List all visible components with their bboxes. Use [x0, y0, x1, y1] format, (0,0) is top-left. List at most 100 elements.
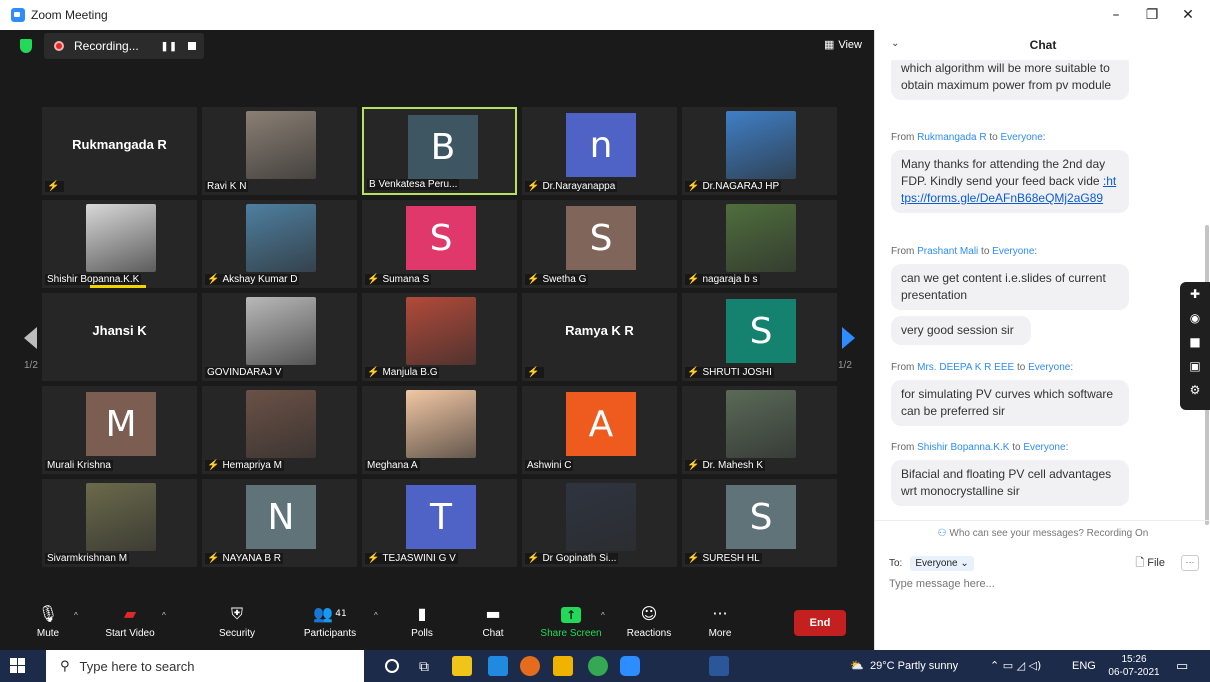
windows-start-icon[interactable] — [10, 658, 26, 674]
chrome-icon[interactable] — [588, 656, 608, 676]
participants-button[interactable]: 👥 41 Participants ^ — [290, 602, 378, 639]
firefox-icon[interactable] — [520, 656, 540, 676]
share-screen-button[interactable]: ↑ Share Screen ^ — [531, 602, 611, 639]
taskbar-search-box[interactable]: ⚲ Type here to search — [46, 650, 364, 682]
participant-name-label: ⚡ Swetha G — [525, 274, 589, 285]
zoom-taskbar-icon[interactable] — [620, 656, 640, 676]
participant-tile[interactable]: S ⚡ Swetha G — [522, 200, 677, 288]
clock[interactable]: 15:26 06-07-2021 — [1106, 653, 1162, 679]
participant-tile[interactable]: Jhansi K — [42, 293, 197, 381]
participant-tile[interactable]: Ravi K N — [202, 107, 357, 195]
security-shield-icon[interactable] — [20, 39, 32, 53]
share-screen-label: Share Screen — [540, 628, 602, 639]
image-icon[interactable]: ▣ — [1180, 354, 1210, 378]
tray-icons[interactable]: ⌃ ▭ ◿ ◁) — [990, 650, 1041, 682]
word-icon[interactable] — [709, 656, 729, 676]
restore-button[interactable]: ❐ — [1134, 0, 1170, 30]
participant-tile[interactable]: Rukmangada R ⚡ — [42, 107, 197, 195]
from-word: From — [891, 442, 915, 453]
notifications-icon[interactable]: ▭ — [1176, 650, 1188, 682]
muted-mic-icon: ⚡ — [687, 181, 700, 192]
participant-name: Ravi K N — [207, 181, 247, 192]
minimize-button[interactable]: – — [1098, 0, 1134, 30]
weather-icon[interactable]: ⛅ — [850, 650, 864, 682]
chevron-up-icon[interactable]: ^ — [162, 611, 166, 620]
chat-button[interactable]: ▬ Chat — [453, 602, 533, 639]
participant-tile[interactable]: S ⚡ SHRUTI JOSHI — [682, 293, 837, 381]
participant-tile[interactable]: M Murali Krishna — [42, 386, 197, 474]
chat-more-button[interactable]: ··· — [1181, 555, 1199, 571]
participant-tile[interactable]: ⚡ Manjula B.G — [362, 293, 517, 381]
participant-tile[interactable]: ⚡ Hemapriya M — [202, 386, 357, 474]
participant-tile[interactable]: S ⚡ SURESH HL — [682, 479, 837, 567]
participant-tile[interactable]: ⚡ Dr.NAGARAJ HP — [682, 107, 837, 195]
participant-tile[interactable]: ⚡ Dr Gopinath Si... — [522, 479, 677, 567]
stop-recording-icon[interactable] — [187, 42, 196, 50]
next-page-arrow-icon[interactable] — [842, 327, 855, 349]
sender-name[interactable]: Mrs. DEEPA K R EEE — [917, 362, 1014, 373]
grid-view-icon: ▦ — [823, 39, 835, 51]
weather-text[interactable]: 29°C Partly sunny — [870, 650, 958, 682]
visibility-note[interactable]: ⚇ Who can see your messages? Recording O… — [875, 520, 1210, 546]
participant-tile[interactable]: A Ashwini C — [522, 386, 677, 474]
start-video-label: Start Video — [105, 628, 155, 639]
participant-name: Murali Krishna — [47, 460, 111, 471]
language-indicator[interactable]: ENG — [1072, 650, 1096, 682]
participant-tile[interactable]: N ⚡ NAYANA B R — [202, 479, 357, 567]
plus-icon[interactable]: ✚ — [1180, 282, 1210, 306]
more-button[interactable]: ··· More — [680, 602, 760, 639]
participant-tile[interactable]: T ⚡ TEJASWINI G V — [362, 479, 517, 567]
participant-tile[interactable]: GOVINDARAJ V — [202, 293, 357, 381]
participant-tile[interactable]: Ramya K R ⚡ — [522, 293, 677, 381]
file-button[interactable]: 🗋 File — [1135, 554, 1165, 573]
message-input[interactable]: Type message here... — [889, 578, 995, 590]
video-icon[interactable]: ■ — [1180, 330, 1210, 354]
sender-name[interactable]: Shishir Bopanna.K.K — [917, 442, 1009, 453]
participant-tile[interactable]: Meghana A — [362, 386, 517, 474]
close-button[interactable]: ✕ — [1170, 0, 1206, 30]
participant-tile[interactable]: Sivarmkrishnan M — [42, 479, 197, 567]
pause-recording-icon[interactable]: ❚❚ — [161, 41, 178, 52]
recording-dot-icon — [54, 41, 64, 51]
chevron-up-icon[interactable]: ^ — [74, 611, 78, 620]
chevron-up-icon[interactable]: ^ — [374, 611, 378, 620]
polls-button[interactable]: ▮ Polls — [382, 602, 462, 639]
participant-tile[interactable]: ⚡ Dr. Mahesh K — [682, 386, 837, 474]
camera-icon[interactable]: ◉ — [1180, 306, 1210, 330]
message-text: Many thanks for attending the 2nd day FD… — [901, 157, 1106, 188]
cortana-icon[interactable] — [385, 659, 399, 673]
participant-tile[interactable]: ⚡ nagaraja b s — [682, 200, 837, 288]
gear-icon[interactable]: ⚙ — [1180, 378, 1210, 402]
page-indicator-left: 1/2 — [24, 360, 38, 371]
participant-name: Sumana S — [382, 274, 430, 285]
participant-name-label: ⚡ Hemapriya M — [205, 460, 284, 471]
store-icon[interactable] — [452, 656, 472, 676]
chevron-up-icon[interactable]: ^ — [601, 611, 605, 620]
participant-name-label: ⚡ NAYANA B R — [205, 553, 283, 564]
mail-icon[interactable] — [488, 656, 508, 676]
participant-name-label: ⚡ Dr. Mahesh K — [685, 460, 766, 471]
previous-page-arrow-icon[interactable] — [24, 327, 37, 349]
start-video-button[interactable]: ▰ Start Video ^ — [90, 602, 170, 639]
participant-name: Ashwini C — [527, 460, 572, 471]
security-button[interactable]: ⛨ Security — [197, 602, 277, 639]
end-meeting-button[interactable]: End — [794, 610, 846, 636]
task-view-icon[interactable]: ⧉ — [414, 656, 434, 676]
recipient-select[interactable]: Everyone ⌄ — [910, 555, 974, 571]
zoom-logo-icon — [11, 8, 25, 22]
mute-button[interactable]: 🎙 Mute ^ — [8, 602, 88, 639]
reactions-button[interactable]: ☺ Reactions — [609, 602, 689, 639]
participant-tile[interactable]: S ⚡ Sumana S — [362, 200, 517, 288]
recording-label: Recording... — [74, 39, 139, 53]
participant-tile[interactable]: Shishir Bopanna.K.K — [42, 200, 197, 288]
muted-mic-icon: ⚡ — [47, 181, 60, 192]
muted-mic-icon: ⚡ — [527, 274, 540, 285]
participant-tile[interactable]: n ⚡ Dr.Narayanappa — [522, 107, 677, 195]
sender-name[interactable]: Rukmangada R — [917, 132, 986, 143]
file-explorer-icon[interactable] — [553, 656, 573, 676]
participant-photo — [566, 483, 636, 551]
participant-tile[interactable]: ⚡ Akshay Kumar D — [202, 200, 357, 288]
sender-name[interactable]: Prashant Mali — [917, 246, 978, 257]
participant-tile[interactable]: BB Venkatesa Peru... — [362, 107, 517, 195]
view-button[interactable]: ▦ View — [823, 38, 862, 52]
